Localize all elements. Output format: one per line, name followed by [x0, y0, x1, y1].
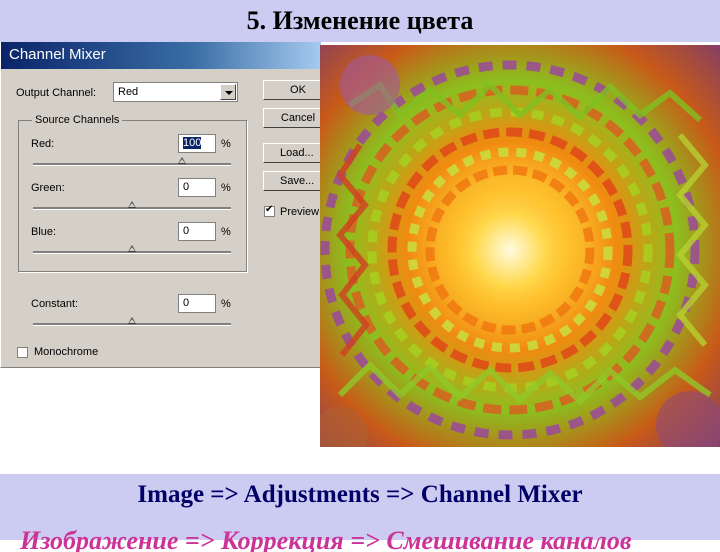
green-channel-value: 0: [183, 181, 190, 193]
preview-checkbox[interactable]: [264, 204, 275, 217]
source-channels-label: Source Channels: [32, 114, 123, 126]
green-slider-thumb[interactable]: [128, 201, 136, 208]
blue-channel-value: 0: [183, 225, 190, 237]
red-channel-label: Red:: [31, 138, 55, 150]
constant-label: Constant:: [31, 298, 79, 310]
monochrome-label: Monochrome: [34, 346, 99, 358]
chevron-down-icon[interactable]: [220, 84, 236, 100]
red-slider-thumb[interactable]: [177, 157, 186, 164]
monochrome-checkbox[interactable]: [17, 347, 28, 358]
green-channel-label: Green:: [31, 182, 65, 194]
output-channel-select[interactable]: Red: [113, 82, 238, 102]
menu-path-caption: Image => Adjustments => Channel Mixer: [137, 481, 583, 508]
slide-title: 5. Изменение цвета: [246, 6, 474, 35]
blue-channel-label: Blue:: [31, 226, 57, 238]
output-channel-label: Output Channel:: [16, 87, 97, 99]
constant-input[interactable]: 0: [178, 294, 216, 313]
red-slider-track[interactable]: [33, 163, 231, 166]
translated-menu-path: Изображение => Коррекция => Смешивание к…: [20, 528, 632, 552]
green-channel-input[interactable]: 0: [178, 178, 216, 197]
output-channel-value: Red: [118, 86, 139, 98]
blue-channel-input[interactable]: 0: [178, 222, 216, 241]
preview-label: Preview: [280, 206, 320, 218]
red-percent-label: %: [221, 138, 231, 150]
red-channel-input[interactable]: 100: [178, 134, 216, 153]
dialog-title-bar[interactable]: Channel Mixer: [1, 42, 321, 69]
constant-slider-thumb[interactable]: [128, 317, 136, 324]
blue-slider-thumb[interactable]: [128, 245, 136, 252]
green-percent-label: %: [221, 182, 231, 194]
swirl-image: [320, 45, 720, 447]
blue-percent-label: %: [221, 226, 231, 238]
dialog-title: Channel Mixer: [9, 46, 106, 63]
constant-percent-label: %: [221, 298, 231, 310]
red-channel-value: 100: [183, 137, 202, 149]
channel-mixer-dialog: Channel Mixer Output Channel: Red Source…: [0, 42, 333, 368]
swirl-image-art: [320, 45, 720, 447]
constant-value: 0: [183, 297, 190, 309]
